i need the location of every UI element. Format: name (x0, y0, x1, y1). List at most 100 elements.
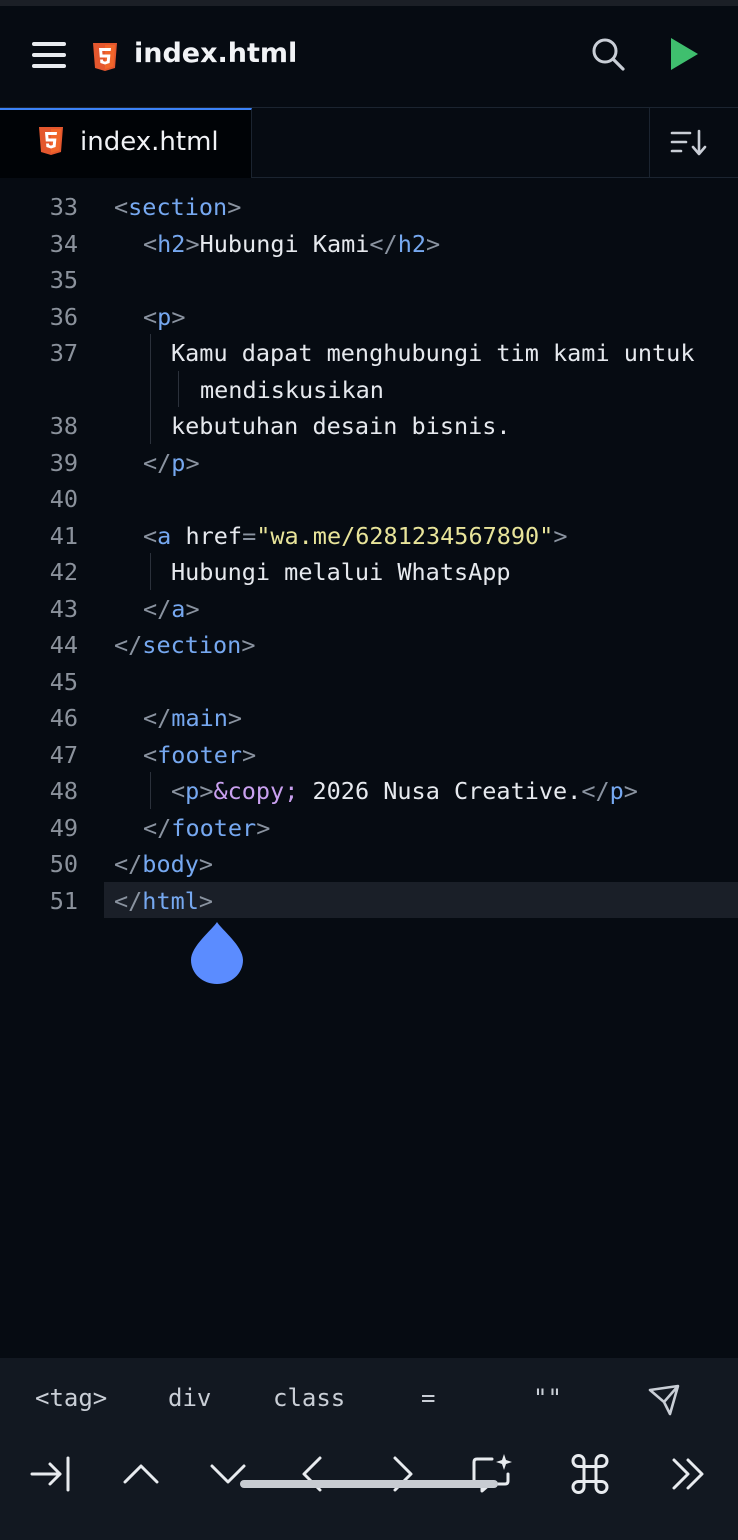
run-icon[interactable] (666, 34, 702, 74)
code-token: > (185, 229, 200, 258)
text-cursor-handle[interactable] (190, 920, 244, 986)
keyboard-toolbar: <tag> div class = "" (0, 1358, 738, 1540)
code-line[interactable]: 44 </section> (0, 626, 738, 663)
code-token: < (143, 302, 158, 331)
line-number: 50 (49, 850, 78, 878)
code-text: kebutuhan desain bisnis. (171, 412, 511, 440)
code-token: > (171, 302, 186, 331)
code-text: </main> (143, 704, 242, 732)
home-indicator[interactable] (240, 1480, 498, 1488)
code-token: > (623, 777, 638, 805)
line-number: 41 (49, 521, 78, 550)
code-line[interactable]: 33 <section> (0, 188, 738, 225)
send-icon[interactable] (646, 1382, 682, 1418)
arrow-left-icon[interactable] (290, 1450, 338, 1498)
code-token: > (227, 704, 243, 732)
tab-label: index.html (80, 127, 219, 157)
code-line[interactable]: 38 kebutuhan desain bisnis. (0, 407, 738, 444)
code-line[interactable]: 37 Kamu dapat menghubungi tim kami untuk (0, 334, 738, 371)
code-line[interactable]: 36 <p> (0, 298, 738, 335)
code-text: mendiskusikan (200, 376, 384, 404)
html5-icon (93, 43, 117, 71)
line-number: 48 (49, 777, 78, 805)
code-line[interactable]: 51 </html> (0, 881, 738, 918)
code-text: </html> (114, 887, 213, 915)
tab-index-html[interactable]: index.html (0, 108, 252, 178)
indent-guide (150, 772, 151, 809)
code-token: body (142, 850, 199, 878)
file-title: index.html (134, 38, 298, 69)
code-text: </p> (143, 449, 200, 477)
code-token: Hubungi melalui WhatsApp (171, 558, 511, 586)
command-icon[interactable] (566, 1450, 614, 1498)
code-editor[interactable]: 33 <section> 34 <h2>Hubungi Kami</h2> 35 36 <p… (0, 178, 738, 1358)
code-line[interactable]: 48 <p>&copy; 2026 Nusa Creative.</p> (0, 772, 738, 809)
line-number: 38 (49, 412, 78, 440)
arrow-up-icon[interactable] (117, 1450, 165, 1498)
code-line[interactable]: 39 </p> (0, 444, 738, 481)
menu-icon[interactable] (32, 40, 68, 70)
line-number: 39 (49, 448, 78, 477)
sort-icon (670, 129, 707, 156)
code-line[interactable]: 40 (0, 480, 738, 517)
code-line[interactable]: mendiskusikan (0, 371, 738, 408)
code-token: < (143, 229, 158, 258)
arrow-right-icon[interactable] (377, 1450, 425, 1498)
code-token: p (609, 777, 624, 805)
code-token: > (199, 777, 214, 805)
indent-guide (150, 553, 151, 590)
ai-chat-icon[interactable] (468, 1450, 516, 1498)
code-text: </footer> (143, 814, 270, 842)
code-token: footer (157, 740, 243, 769)
code-token: kebutuhan desain bisnis. (171, 412, 511, 440)
code-token: 2026 Nusa Creative. (298, 777, 582, 805)
snippet-div[interactable]: div (168, 1384, 211, 1412)
line-number: 51 (49, 886, 78, 915)
search-icon[interactable] (590, 36, 626, 72)
line-number: 44 (49, 631, 78, 659)
code-token: p (185, 777, 200, 805)
code-text: <footer> (143, 741, 256, 769)
code-token: p (157, 302, 172, 331)
code-text: </body> (114, 850, 213, 878)
code-token: </ (114, 631, 143, 659)
code-token: < (143, 740, 158, 769)
code-line[interactable]: 45 (0, 663, 738, 700)
code-line[interactable]: 50 </body> (0, 845, 738, 882)
code-token: "wa.me/6281234567890" (256, 521, 554, 550)
code-token: a (171, 594, 186, 623)
snippet-tag[interactable]: <tag> (35, 1384, 107, 1412)
code-line[interactable]: 41 <a href="wa.me/6281234567890"> (0, 517, 738, 554)
code-text: <p> (143, 303, 185, 331)
snippet-class[interactable]: class (273, 1384, 345, 1412)
code-token: </ (143, 813, 172, 842)
snippet-quotes[interactable]: "" (533, 1384, 562, 1412)
code-token: </ (143, 448, 172, 477)
code-text: <a href="wa.me/6281234567890"> (143, 522, 568, 550)
code-token: </ (143, 594, 172, 623)
code-token: &copy; (213, 777, 299, 805)
code-line[interactable]: 47 <footer> (0, 736, 738, 773)
code-token: > (256, 813, 271, 842)
line-number: 49 (49, 813, 78, 842)
code-text: <h2>Hubungi Kami</h2> (143, 230, 440, 258)
code-line[interactable]: 35 (0, 261, 738, 298)
snippet-equals[interactable]: = (421, 1384, 435, 1412)
code-line[interactable]: 43 </a> (0, 590, 738, 627)
code-line[interactable]: 46 </main> (0, 699, 738, 736)
code-token: section (142, 631, 242, 659)
tab-key-icon[interactable] (26, 1450, 74, 1498)
code-line[interactable]: 34 <h2>Hubungi Kami</h2> (0, 225, 738, 262)
indent-guide (150, 334, 151, 444)
arrow-down-icon[interactable] (204, 1450, 252, 1498)
more-keys-icon[interactable] (664, 1450, 712, 1498)
line-number: 37 (49, 339, 78, 367)
sort-button[interactable] (649, 108, 738, 178)
code-text: <p>&copy; 2026 Nusa Creative.</p> (171, 777, 638, 805)
code-line[interactable]: 49 </footer> (0, 809, 738, 846)
code-token: p (171, 448, 186, 477)
code-token: h2 (157, 229, 186, 258)
code-token: mendiskusikan (200, 375, 384, 404)
code-line[interactable]: 42 Hubungi melalui WhatsApp (0, 553, 738, 590)
code-text: Hubungi melalui WhatsApp (171, 558, 511, 586)
